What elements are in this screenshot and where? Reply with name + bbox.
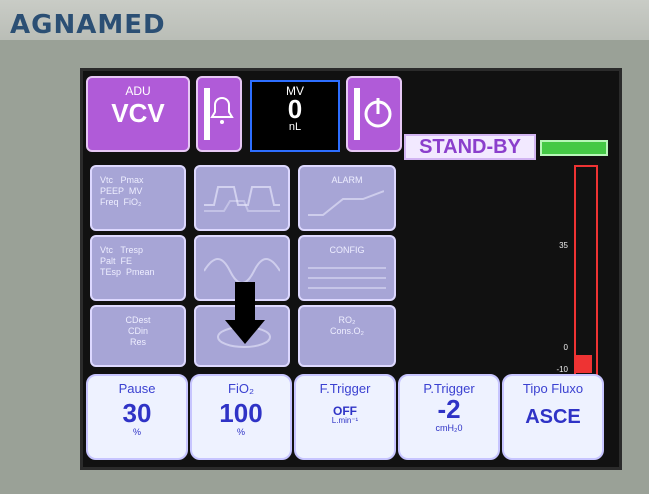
mv-unit: nL: [288, 121, 302, 133]
menu-tile-mechanics-label: CDest CDin Res: [125, 315, 151, 347]
mode-top-label: ADU: [125, 84, 151, 98]
fio2-value: 100: [219, 398, 263, 428]
flow-type-value: ASCE: [525, 406, 581, 428]
menu-tile-oxygen[interactable]: RO₂ Cons.O₂: [298, 305, 396, 367]
pressure-meter-bar: [574, 165, 598, 377]
status-standby: STAND-BY: [404, 134, 536, 160]
bottom-settings-bar: Pause 30 % FiO₂ 100 % F.Trigger OFF L.mi…: [86, 374, 606, 460]
curves-icon: [204, 258, 280, 283]
menu-tile-config-label: CONFIG: [329, 245, 365, 255]
config-line-2: [308, 277, 386, 279]
mode-main-label: VCV: [111, 98, 165, 128]
trend-icon: [308, 190, 384, 216]
pause-title: Pause: [118, 381, 156, 396]
pause-value: 30: [122, 398, 152, 428]
menu-tile-parameters[interactable]: Vtc Pmax PEEP MV Freq FiO₂: [90, 165, 186, 231]
flow-trigger-unit: L.min⁻¹: [331, 416, 359, 425]
fio2-title: FiO₂: [228, 381, 254, 396]
flow-trigger-title: F.Trigger: [319, 381, 371, 396]
menu-tile-parameters-label: Vtc Pmax PEEP MV Freq FiO₂: [100, 175, 144, 207]
bell-icon: [204, 88, 234, 140]
menu-tile-ventilation[interactable]: Vtc Tresp Palt FE TEsp Pmean: [90, 235, 186, 301]
menu-tile-config[interactable]: CONFIG: [298, 235, 396, 301]
menu-tile-mechanics[interactable]: CDest CDin Res: [90, 305, 186, 367]
meter-tick-0: 0: [563, 343, 568, 352]
power-button[interactable]: [346, 76, 402, 152]
brand-logo: AGNAMED: [10, 10, 166, 40]
meter-tick-minus10: -10: [556, 365, 568, 374]
pause-unit: %: [132, 427, 141, 437]
config-line-3: [308, 287, 386, 289]
menu-tile-alarm[interactable]: ALARM: [298, 165, 396, 231]
power-icon: [354, 88, 392, 140]
waveform-icon: [204, 186, 280, 212]
fio2-setting[interactable]: FiO₂ 100 %: [190, 374, 292, 460]
menu-tile-waveform[interactable]: [194, 165, 290, 231]
fio2-unit: %: [236, 427, 245, 437]
pressure-trigger-setting[interactable]: P.Trigger -2 cmH₂0: [398, 374, 500, 460]
flow-type-title: Tipo Fluxo: [522, 381, 584, 396]
flow-trigger-setting[interactable]: F.Trigger OFF L.min⁻¹: [294, 374, 396, 460]
pressure-trigger-unit: cmH₂0: [435, 423, 463, 433]
menu-tile-ventilation-label: Vtc Tresp Palt FE TEsp Pmean: [100, 245, 155, 277]
status-green-bar: [540, 140, 608, 156]
pressure-trigger-value: -2: [437, 394, 461, 424]
pause-setting[interactable]: Pause 30 %: [86, 374, 188, 460]
config-line-1: [308, 267, 386, 269]
minute-volume-display: MV 0 nL: [250, 80, 340, 152]
pressure-meter: 35 0 -10: [556, 165, 600, 377]
alarm-button[interactable]: [196, 76, 242, 152]
ventilation-mode-button[interactable]: ADU VCV: [86, 76, 190, 152]
pressure-meter-fill: [576, 355, 592, 373]
flow-type-setting[interactable]: Tipo Fluxo ASCE: [502, 374, 604, 460]
meter-tick-35: 35: [559, 241, 568, 250]
down-arrow-head: [225, 320, 265, 344]
menu-tile-oxygen-label: RO₂ Cons.O₂: [329, 315, 364, 336]
